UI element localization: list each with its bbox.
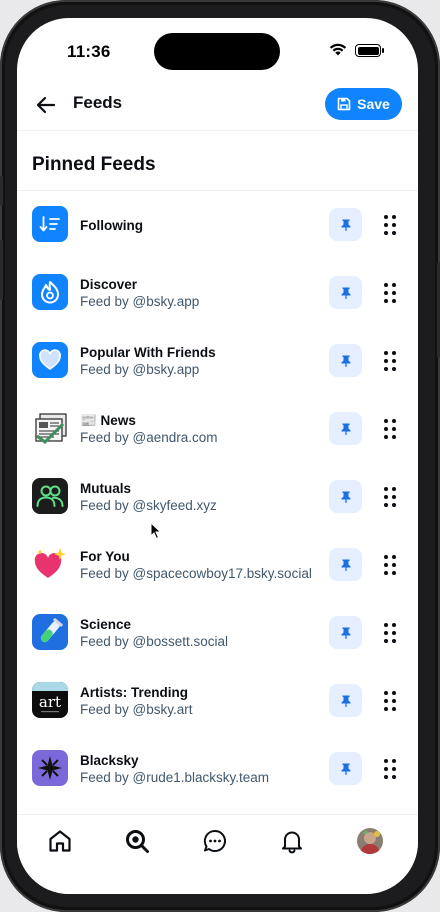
art-logo-icon: art <box>32 682 68 718</box>
feed-name: Popular With Friends <box>80 345 216 360</box>
feed-name: For You <box>80 549 130 564</box>
feed-row-following[interactable]: Following <box>17 191 418 259</box>
pin-icon <box>341 763 350 775</box>
drag-handle-icon[interactable] <box>383 622 397 644</box>
status-time: 11:36 <box>67 42 111 61</box>
dynamic-island <box>154 33 280 70</box>
pin-icon <box>341 559 350 571</box>
pin-icon <box>341 695 350 707</box>
unpin-button[interactable] <box>329 344 362 377</box>
feed-author: Feed by @spacecowboy17.bsky.social <box>80 566 312 581</box>
feed-row-artists-trending[interactable]: art Artists: Trending Feed by @bsky.art <box>17 667 418 735</box>
arrow-left-icon <box>36 96 56 114</box>
drag-handle-icon[interactable] <box>383 350 397 372</box>
drag-handle-icon[interactable] <box>383 486 397 508</box>
page-title: Feeds <box>73 93 123 112</box>
unpin-button[interactable] <box>329 548 362 581</box>
pin-icon <box>341 627 350 639</box>
drag-handle-icon[interactable] <box>383 690 397 712</box>
feed-row-discover[interactable]: Discover Feed by @bsky.app <box>17 259 418 327</box>
feed-author: Feed by @aendra.com <box>80 430 218 445</box>
save-icon <box>337 97 351 111</box>
drag-handle-icon[interactable] <box>383 214 397 236</box>
feed-author: Feed by @rude1.blacksky.team <box>80 770 270 785</box>
feed-row-news[interactable]: 📰 News Feed by @aendra.com <box>17 395 418 463</box>
unpin-button[interactable] <box>329 480 362 513</box>
feed-name: Discover <box>80 277 138 292</box>
discover-flame-icon <box>32 274 68 310</box>
pinned-feed-list: Following Discover Feed by @bsky.app Pop… <box>17 191 418 803</box>
feed-row-mutuals[interactable]: Mutuals Feed by @skyfeed.xyz <box>17 463 418 531</box>
pin-icon <box>341 219 350 231</box>
unpin-button[interactable] <box>329 616 362 649</box>
mouse-cursor-icon <box>150 522 162 540</box>
wifi-icon <box>329 43 347 56</box>
save-label: Save <box>357 96 390 112</box>
feed-author: Feed by @bsky.app <box>80 294 200 309</box>
feed-name: Following <box>80 217 143 233</box>
messages-icon <box>203 829 226 852</box>
side-button <box>0 176 3 206</box>
feed-author: Feed by @bsky.art <box>80 702 193 717</box>
pin-icon <box>341 355 350 367</box>
feed-author: Feed by @bossett.social <box>80 634 229 649</box>
feed-name: Blacksky <box>80 753 139 768</box>
unpin-button[interactable] <box>329 684 362 717</box>
feed-name: Science <box>80 617 132 632</box>
feed-row-for-you[interactable]: For You Feed by @spacecowboy17.bsky.soci… <box>17 531 418 599</box>
search-icon <box>126 830 149 853</box>
tab-notifications[interactable] <box>278 827 306 855</box>
sparkle-heart-icon <box>32 546 68 582</box>
unpin-button[interactable] <box>329 276 362 309</box>
tab-search[interactable] <box>123 827 151 855</box>
side-button <box>0 240 3 300</box>
mutuals-people-icon <box>32 478 68 514</box>
heart-icon <box>32 342 68 378</box>
feed-name: Artists: Trending <box>80 685 189 700</box>
following-sort-icon <box>32 206 68 242</box>
news-icon <box>32 410 68 446</box>
pin-icon <box>341 287 350 299</box>
feed-row-blacksky[interactable]: Blacksky Feed by @rude1.blacksky.team <box>17 735 418 803</box>
svg-text:art: art <box>39 693 61 711</box>
back-button[interactable] <box>33 92 59 118</box>
tab-profile[interactable] <box>356 827 384 855</box>
tab-home[interactable] <box>46 827 74 855</box>
unpin-button[interactable] <box>329 752 362 785</box>
notifications-icon <box>282 831 302 854</box>
feed-row-popular-with-friends[interactable]: Popular With Friends Feed by @bsky.app <box>17 327 418 395</box>
unpin-button[interactable] <box>329 412 362 445</box>
pin-icon <box>341 491 350 503</box>
drag-handle-icon[interactable] <box>383 758 397 780</box>
drag-handle-icon[interactable] <box>383 554 397 576</box>
feed-name: Mutuals <box>80 481 132 496</box>
pin-icon <box>341 423 350 435</box>
battery-icon <box>355 44 384 57</box>
blacksky-star-icon <box>32 750 68 786</box>
status-bar: 11:36 <box>17 18 418 80</box>
drag-handle-icon[interactable] <box>383 282 397 304</box>
app-screen: 11:36 Feeds Save Pinned Feeds Following … <box>17 18 418 894</box>
unpin-button[interactable] <box>329 208 362 241</box>
test-tube-icon <box>32 614 68 650</box>
tab-messages[interactable] <box>201 827 229 855</box>
drag-handle-icon[interactable] <box>383 418 397 440</box>
phone-frame: 11:36 Feeds Save Pinned Feeds Following … <box>0 0 440 912</box>
feed-author: Feed by @bsky.app <box>80 362 200 377</box>
home-icon <box>49 830 71 852</box>
section-title: Pinned Feeds <box>32 154 156 175</box>
save-button[interactable]: Save <box>325 88 402 120</box>
feed-row-science[interactable]: Science Feed by @bossett.social <box>17 599 418 667</box>
header: Feeds Save <box>17 80 418 131</box>
profile-avatar <box>357 828 383 854</box>
feed-name: 📰 News <box>80 413 136 428</box>
feed-author: Feed by @skyfeed.xyz <box>80 498 217 513</box>
